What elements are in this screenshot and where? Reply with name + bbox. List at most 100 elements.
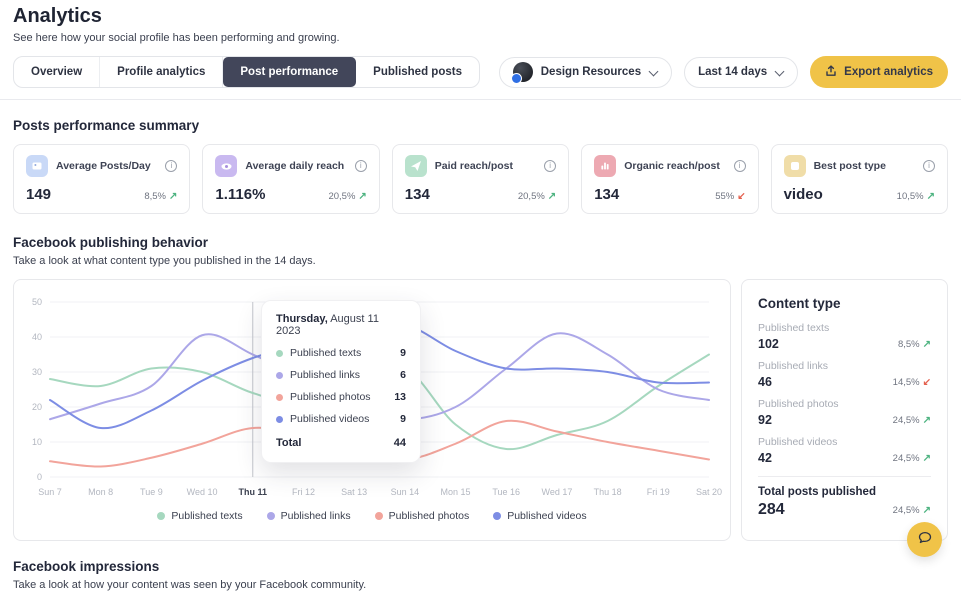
account-selector[interactable]: Design Resources <box>499 57 672 88</box>
chevron-down-icon <box>775 68 784 77</box>
x-tick-label: Sat 13 <box>341 487 367 497</box>
legend-published-photos[interactable]: Published photos <box>375 510 470 522</box>
tab-bar: OverviewProfile analyticsPost performanc… <box>13 56 480 88</box>
card-label: Best post type <box>814 160 915 172</box>
trend-up-icon: ↗ <box>358 191 366 202</box>
legend-published-links[interactable]: Published links <box>267 510 351 522</box>
trend-down-icon: ↙ <box>923 377 931 388</box>
posts-icon <box>26 155 48 177</box>
delta-value: 8,5% <box>898 339 920 350</box>
date-range-label: Last 14 days <box>698 66 767 78</box>
plane-icon <box>405 155 427 177</box>
delta-value: 8,5% <box>144 191 166 202</box>
x-tick-label: Thu 18 <box>594 487 622 497</box>
trend-up-icon: ↗ <box>923 339 931 350</box>
summary-heading: Posts performance summary <box>13 118 948 133</box>
chat-bubble-icon <box>917 530 933 549</box>
x-tick-label: Sun 14 <box>391 487 420 497</box>
trend-up-icon: ↗ <box>169 191 177 202</box>
card-label: Paid reach/post <box>435 160 536 172</box>
x-tick-label: Wed 17 <box>541 487 572 497</box>
summary-cards: Average Posts/Dayi1498,5%↗Average daily … <box>13 144 948 214</box>
chat-button[interactable] <box>907 522 942 557</box>
card-value: 134 <box>594 186 619 203</box>
card-value: video <box>784 186 823 203</box>
content-type-heading: Content type <box>758 296 931 311</box>
tooltip-rows: Published texts9Published links6Publishe… <box>276 347 406 425</box>
content-type-value: 42 <box>758 451 772 465</box>
series-dot <box>276 416 283 423</box>
content-type-item-published-videos: Published videos 42 24,5%↗ <box>758 436 931 465</box>
delta: 10,5%↗ <box>897 191 935 202</box>
tab-overview[interactable]: Overview <box>14 57 100 87</box>
tooltip-total: Total 44 <box>276 437 406 449</box>
card-label: Average daily reach <box>245 160 346 172</box>
info-icon[interactable]: i <box>734 160 746 172</box>
publishing-section: Facebook publishing behavior Take a look… <box>0 214 961 541</box>
delta: 8,5%↗ <box>898 339 931 350</box>
x-tick-label: Sat 20 <box>696 487 722 497</box>
summary-card-organic-reach-post: Organic reach/posti13455%↙ <box>581 144 758 214</box>
card-value: 134 <box>405 186 430 203</box>
info-icon[interactable]: i <box>165 160 177 172</box>
delta: 14,5%↙ <box>893 377 931 388</box>
trend-up-icon: ↗ <box>548 191 556 202</box>
delta: 55%↙ <box>715 191 745 202</box>
tooltip-row-label: Published photos <box>290 391 371 403</box>
publishing-chart-card: 01020304050Sun 7Mon 8Tue 9Wed 10Thu 11Fr… <box>13 279 731 541</box>
trend-up-icon: ↗ <box>923 415 931 426</box>
trend-up-icon: ↗ <box>923 505 931 516</box>
content-type-label: Published links <box>758 360 931 372</box>
legend-published-videos[interactable]: Published videos <box>493 510 586 522</box>
square-icon <box>784 155 806 177</box>
delta-value: 24,5% <box>893 453 920 464</box>
info-icon[interactable]: i <box>923 160 935 172</box>
x-tick-label: Fri 12 <box>292 487 315 497</box>
tab-published-posts[interactable]: Published posts <box>356 57 479 87</box>
tab-post-performance[interactable]: Post performance <box>223 57 356 87</box>
legend-published-texts[interactable]: Published texts <box>157 510 242 522</box>
delta: 24,5%↗ <box>893 415 931 426</box>
export-analytics-button[interactable]: Export analytics <box>810 56 948 88</box>
chart-legend: Published texts Published links Published … <box>20 510 724 522</box>
date-range-selector[interactable]: Last 14 days <box>684 57 798 88</box>
trend-up-icon: ↗ <box>923 453 931 464</box>
content-total-delta: 24,5%↗ <box>893 505 931 516</box>
info-icon[interactable]: i <box>355 160 367 172</box>
series-dot <box>493 512 501 520</box>
content-type-label: Published texts <box>758 322 931 334</box>
delta-value: 24,5% <box>893 415 920 426</box>
legend-label: Published texts <box>171 510 242 522</box>
content-type-label: Published videos <box>758 436 931 448</box>
delta-value: 14,5% <box>893 377 920 388</box>
tooltip-row-value: 9 <box>400 347 406 359</box>
delta-value: 55% <box>715 191 734 202</box>
publishing-subtitle: Take a look at what content type you pub… <box>13 255 948 267</box>
delta-value: 20,5% <box>328 191 355 202</box>
page-subtitle: See here how your social profile has bee… <box>13 32 948 44</box>
x-tick-label: Tue 16 <box>492 487 520 497</box>
content-type-item-published-texts: Published texts 102 8,5%↗ <box>758 322 931 351</box>
series-dot <box>375 512 383 520</box>
x-tick-label: Mon 15 <box>441 487 471 497</box>
content-type-value: 46 <box>758 375 772 389</box>
info-icon[interactable]: i <box>544 160 556 172</box>
y-tick-label: 40 <box>32 332 42 342</box>
impressions-subtitle: Take a look at how your content was seen… <box>13 579 948 591</box>
chevron-down-icon <box>649 68 658 77</box>
page-header: Analytics See here how your social profi… <box>0 0 961 88</box>
series-dot <box>276 350 283 357</box>
account-selector-label: Design Resources <box>541 66 641 78</box>
delta: 8,5%↗ <box>144 191 177 202</box>
content-type-value: 102 <box>758 337 779 351</box>
impressions-section: Facebook impressions Take a look at how … <box>0 541 961 591</box>
tooltip-row: Published videos9 <box>276 413 406 425</box>
content-type-divider <box>758 476 931 477</box>
tooltip-row: Published links6 <box>276 369 406 381</box>
summary-card-average-daily-reach: Average daily reachi1.116%20,5%↗ <box>202 144 379 214</box>
delta-value: 24,5% <box>893 505 920 516</box>
series-dot <box>157 512 165 520</box>
trend-down-icon: ↙ <box>737 191 745 202</box>
y-tick-label: 50 <box>32 297 42 307</box>
tab-profile-analytics[interactable]: Profile analytics <box>100 57 223 87</box>
